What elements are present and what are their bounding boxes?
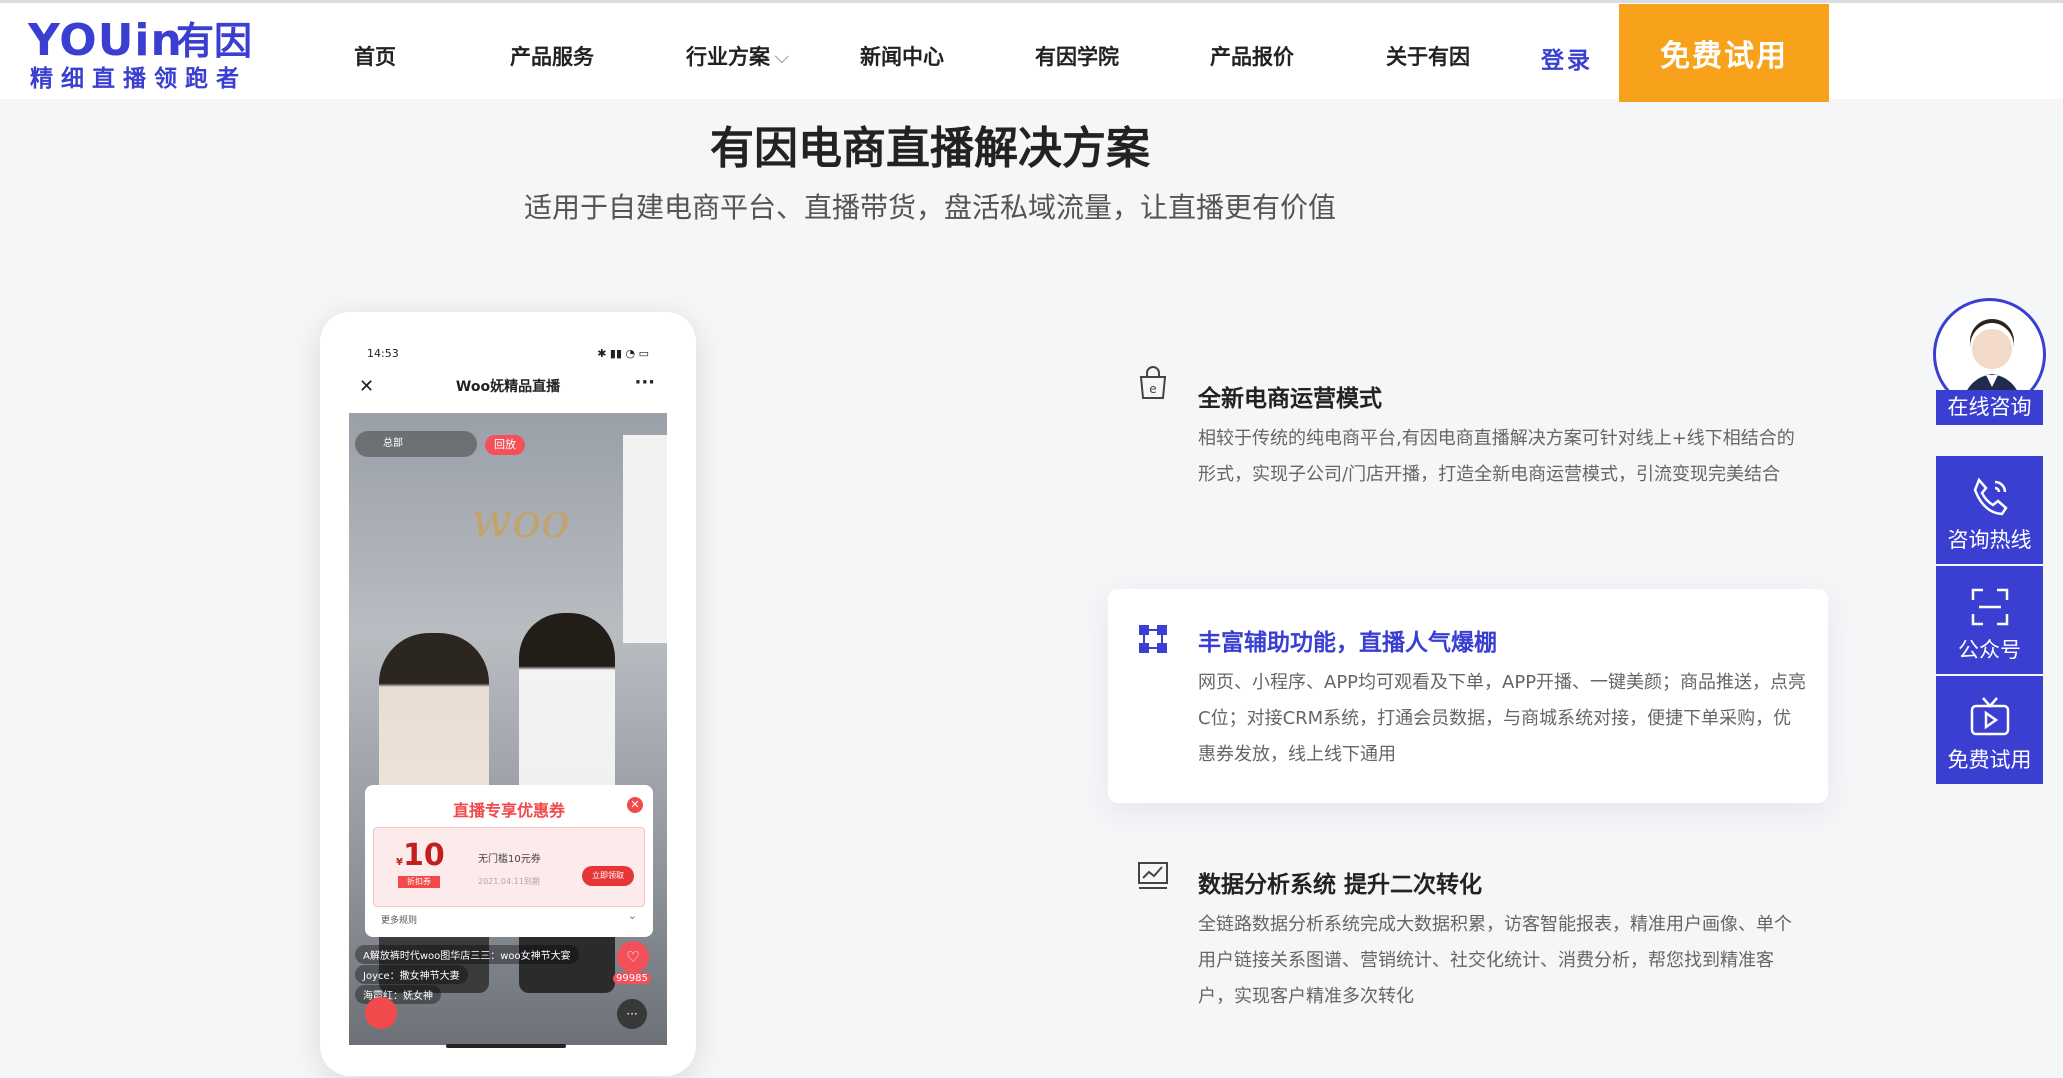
page-title: 有因电商直播解决方案: [710, 123, 1150, 174]
float-trial-button[interactable]: 免费试用: [1936, 676, 2043, 784]
chat-message: A解放裤时代woo图华店三三：woo女神节大宴: [355, 945, 579, 964]
logo-slogan: 精细直播领跑者: [30, 66, 247, 92]
top-nav: YOUin 有因 精细直播领跑者 首页 产品服务 行业方案 新闻中心 有因学院 …: [0, 0, 2063, 102]
status-icons: ✱ ▮▮ ◔ ▭: [597, 347, 649, 360]
nav-home[interactable]: 首页: [354, 41, 396, 71]
free-trial-button[interactable]: 免费试用: [1619, 4, 1829, 102]
feature-title: 丰富辅助功能，直播人气爆棚: [1198, 630, 1497, 656]
wechat-label: 公众号: [1958, 638, 2021, 662]
feature-desc: 全链路数据分析系统完成大数据积累，访客智能报表，精准用户画像、单个用户链接关系图…: [1198, 914, 1792, 1007]
login-link[interactable]: 登录: [1541, 41, 1593, 75]
coupon-popup: 直播专享优惠券 ✕ ¥10 折扣券 无门槛10元券 2021.04.11到期 立…: [365, 785, 653, 937]
chat-message: Joyce：撒女神节大妻: [355, 965, 468, 984]
coupon-title: 直播专享优惠券: [452, 801, 565, 820]
feature-title: 全新电商运营模式: [1198, 386, 1382, 412]
feature-desc: 相较于传统的纯电商平台,有因电商直播解决方案可针对线上+线下相结合的形式，实现子…: [1198, 428, 1795, 485]
wechat-account-button[interactable]: 公众号: [1936, 566, 2043, 674]
phone-mockup: 14:53 ✱ ▮▮ ◔ ▭ ✕ Woo妩精品直播 ··· 总部 回放 woo …: [320, 312, 696, 1076]
live-title-bar: ✕ Woo妩精品直播 ···: [349, 367, 667, 413]
comment-icon: ···: [617, 999, 647, 1029]
nav-pricing[interactable]: 产品报价: [1210, 41, 1294, 71]
online-consult-button[interactable]: 在线咨询: [1936, 390, 2043, 425]
hotline-label: 咨询热线: [1947, 528, 2032, 552]
phone-icon: [1973, 477, 2008, 516]
phone-status-bar: 14:53 ✱ ▮▮ ◔ ▭: [349, 341, 667, 367]
analytics-chart-icon: [1138, 862, 1168, 889]
nav-academy[interactable]: 有因学院: [1035, 41, 1119, 71]
chevron-down-icon: [774, 49, 789, 64]
like-count: 99985: [613, 973, 651, 984]
chevron-down-icon: ⌄: [627, 909, 637, 922]
nav-solutions-label: 行业方案: [686, 45, 770, 69]
feature-ecommerce-mode: e 全新电商运营模式 相较于传统的纯电商平台,有因电商直播解决方案可针对线上+线…: [1108, 365, 1828, 545]
heart-icon: ♡: [617, 941, 649, 973]
logo-wordmark: YOUin: [28, 15, 183, 66]
product-poster: [623, 435, 667, 643]
nodes-icon: [1139, 625, 1167, 653]
shopping-bag-icon: [365, 997, 397, 1029]
nav-solutions[interactable]: 行业方案: [686, 41, 789, 71]
feature-assist-functions: 丰富辅助功能，直播人气爆棚 网页、小程序、APP均可观看及下单，APP开播、一键…: [1108, 589, 1828, 803]
shopping-bag-e-icon: e: [1139, 366, 1167, 399]
coupon-currency: ¥: [396, 857, 403, 868]
site-logo[interactable]: YOUin 有因 精细直播领跑者: [28, 15, 260, 93]
coupon-card: ¥10 折扣券 无门槛10元券 2021.04.11到期 立即领取: [373, 827, 645, 907]
coupon-tag: 折扣券: [398, 876, 440, 888]
feature-desc: 网页、小程序、APP均可观看及下单，APP开播、一键美颜；商品推送，点亮C位；对…: [1198, 672, 1807, 765]
coupon-amount: ¥10: [396, 838, 445, 873]
chat-message: 海霞红：妩女神: [355, 985, 441, 1004]
nav-products[interactable]: 产品服务: [510, 41, 594, 71]
home-indicator: [446, 1044, 566, 1048]
replay-badge: 回放: [485, 435, 525, 455]
more-icon: ···: [634, 372, 655, 393]
close-icon: ✕: [359, 376, 375, 397]
coupon-value: 10: [402, 838, 445, 873]
feature-data-analysis: 数据分析系统 提升二次转化 全链路数据分析系统完成大数据积累，访客智能报表，精准…: [1108, 857, 1828, 1037]
coupon-date: 2021.04.11到期: [478, 877, 540, 886]
scan-icon: [1971, 588, 2009, 626]
phone-screen: 14:53 ✱ ▮▮ ◔ ▭ ✕ Woo妩精品直播 ··· 总部 回放 woo …: [349, 341, 667, 1045]
float-trial-label: 免费试用: [1947, 748, 2032, 772]
coupon-name: 无门槛10元券: [478, 854, 541, 865]
coupon-claim-button: 立即领取: [582, 866, 634, 886]
feature-title: 数据分析系统 提升二次转化: [1198, 872, 1483, 898]
coupon-more-rules: 更多规则: [381, 916, 418, 926]
status-time: 14:53: [367, 347, 399, 360]
woo-wall-logo: woo: [471, 493, 570, 549]
home-pill: 总部: [355, 431, 477, 457]
page-subtitle: 适用于自建电商平台、直播带货，盘活私域流量，让直播更有价值: [523, 191, 1336, 224]
live-video: 总部 回放 woo 直播专享优惠券 ✕ ¥10 折扣券 无门槛10元券 2021…: [349, 413, 667, 1045]
coupon-close-icon: ✕: [627, 797, 643, 813]
hotline-button[interactable]: 咨询热线: [1936, 456, 2043, 564]
svg-text:e: e: [1149, 382, 1156, 396]
tv-play-icon: [1970, 697, 2010, 736]
nav-about[interactable]: 关于有因: [1386, 41, 1470, 71]
nav-news[interactable]: 新闻中心: [860, 41, 944, 71]
live-room-title: Woo妩精品直播: [455, 379, 561, 395]
logo-cn: 有因: [176, 19, 253, 63]
